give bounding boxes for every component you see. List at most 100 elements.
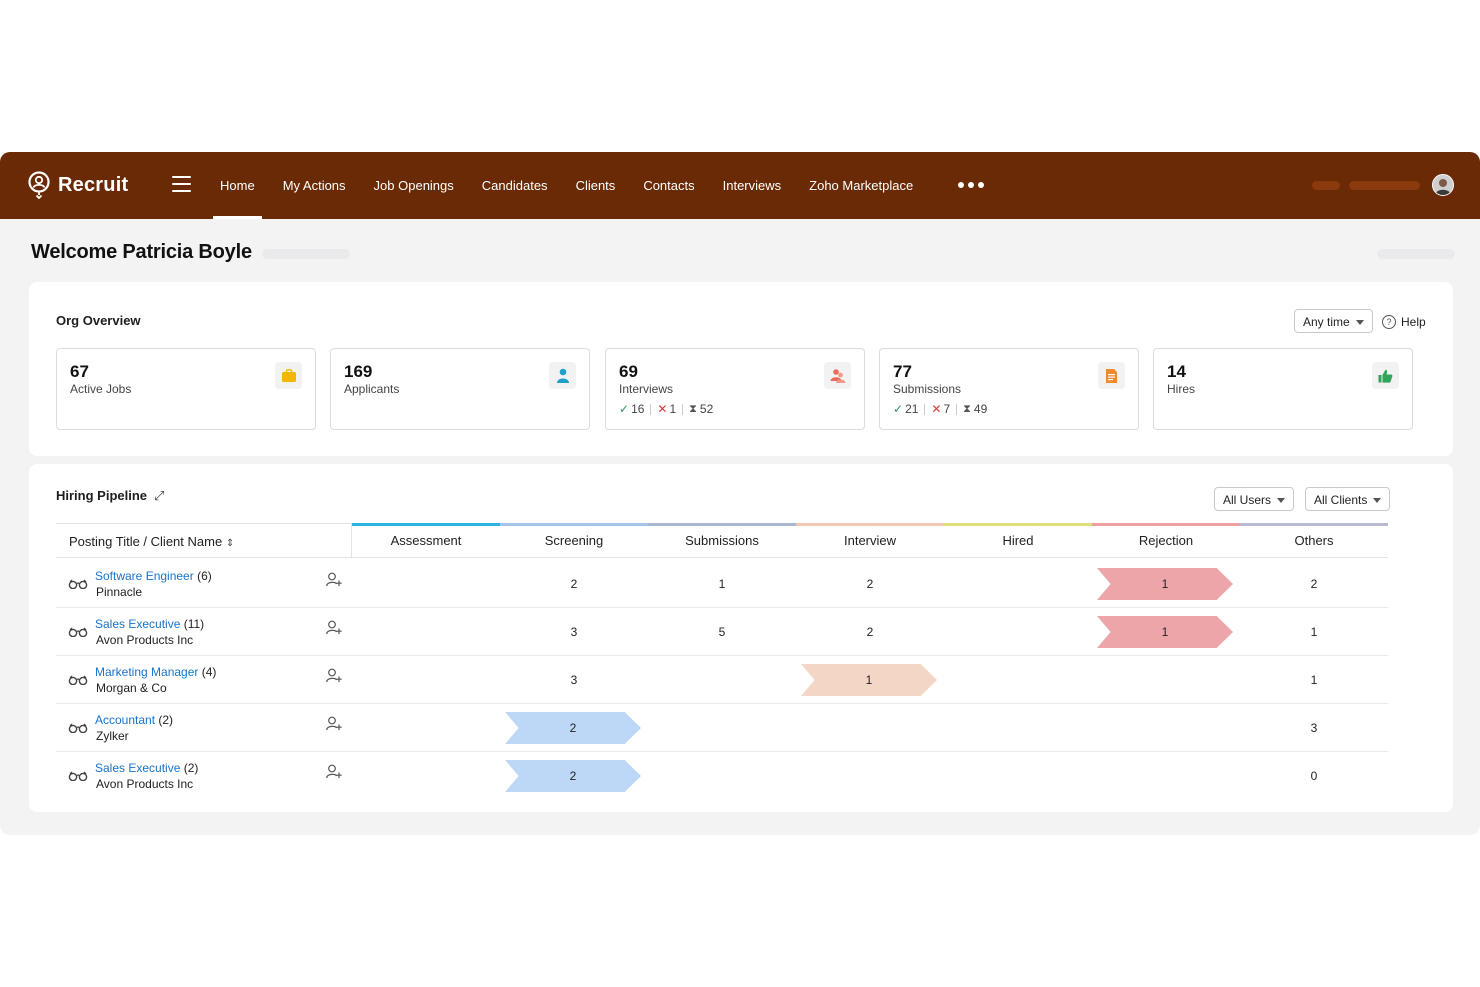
time-filter-dropdown[interactable]: Any time bbox=[1294, 309, 1373, 333]
posting-title-link[interactable]: Sales Executive bbox=[95, 617, 180, 631]
posting-title-link[interactable]: Sales Executive bbox=[95, 761, 180, 775]
stage-count[interactable]: 2 bbox=[796, 560, 944, 608]
add-candidate-icon[interactable] bbox=[326, 716, 342, 736]
candidate-count: (2) bbox=[155, 713, 174, 727]
stage-count[interactable]: 2 bbox=[500, 560, 648, 608]
stage-header-interview: Interview bbox=[796, 523, 944, 558]
binoculars-icon bbox=[68, 768, 88, 786]
add-candidate-icon[interactable] bbox=[326, 764, 342, 784]
add-candidate-icon[interactable] bbox=[326, 572, 342, 592]
nav-candidates[interactable]: Candidates bbox=[468, 152, 562, 219]
candidate-count: (2) bbox=[180, 761, 199, 775]
stat-card-interviews[interactable]: 69 Interviews ✓ 16 ✕ 1 ⧗ 52 bbox=[605, 348, 865, 430]
check-icon: ✓ bbox=[619, 402, 630, 416]
stat-card-submissions[interactable]: 77 Submissions ✓ 21 ✕ 7 ⧗ 49 bbox=[879, 348, 1139, 430]
stage-count[interactable]: 3 bbox=[500, 608, 648, 656]
candidate-count: (4) bbox=[198, 665, 217, 679]
stage-count-highlight[interactable]: 1 bbox=[801, 664, 937, 696]
nav-contacts[interactable]: Contacts bbox=[629, 152, 708, 219]
posting-title-link[interactable]: Marketing Manager bbox=[95, 665, 198, 679]
chevron-down-icon bbox=[1355, 320, 1364, 325]
interview-breakdown: ✓ 16 ✕ 1 ⧗ 52 bbox=[619, 402, 713, 416]
stage-count[interactable]: 5 bbox=[648, 608, 796, 656]
check-icon: ✓ bbox=[893, 402, 904, 416]
stage-count[interactable]: 1 bbox=[1240, 608, 1388, 656]
stage-count-highlight[interactable]: 1 bbox=[1097, 568, 1233, 600]
menu-icon[interactable] bbox=[172, 176, 191, 193]
posting-header-label: Posting Title / Client Name bbox=[69, 534, 223, 549]
client-name: Avon Products Inc bbox=[96, 777, 194, 791]
nav-interviews[interactable]: Interviews bbox=[709, 152, 796, 219]
time-filter-value: Any time bbox=[1303, 315, 1350, 329]
stat-card-applicants[interactable]: 169 Applicants bbox=[330, 348, 590, 430]
stage-header-assessment: Assessment bbox=[352, 523, 500, 558]
stage-header-rejection: Rejection bbox=[1092, 523, 1240, 558]
table-row: Sales Executive (2) Avon Products Inc 2 0 bbox=[56, 752, 1388, 800]
cross-icon: ✕ bbox=[657, 402, 668, 416]
stage-header-hired: Hired bbox=[944, 523, 1092, 558]
help-label: Help bbox=[1401, 315, 1426, 329]
stage-count[interactable]: 3 bbox=[1240, 704, 1388, 752]
stat-label: Submissions bbox=[893, 382, 962, 396]
users-filter-dropdown[interactable]: All Users bbox=[1214, 487, 1295, 511]
hourglass-icon: ⧗ bbox=[963, 402, 971, 415]
stat-card-active-jobs[interactable]: 67 Active Jobs bbox=[56, 348, 316, 430]
hourglass-icon: ⧗ bbox=[689, 402, 697, 415]
stat-value: 14 bbox=[1167, 362, 1186, 381]
briefcase-icon bbox=[275, 362, 302, 389]
clients-filter-dropdown[interactable]: All Clients bbox=[1305, 487, 1391, 511]
more-icon[interactable] bbox=[958, 182, 984, 188]
org-overview-card: Org Overview Any time ? Help 67 Active J… bbox=[29, 282, 1453, 456]
stage-count[interactable]: 0 bbox=[1240, 752, 1388, 800]
posting-title-link[interactable]: Software Engineer bbox=[95, 569, 194, 583]
main-nav: Home My Actions Job Openings Candidates … bbox=[206, 152, 927, 219]
stage-count[interactable]: 1 bbox=[648, 560, 796, 608]
pending-count: 49 bbox=[973, 402, 988, 416]
stage-count-highlight[interactable]: 1 bbox=[1097, 616, 1233, 648]
table-row: Software Engineer (6) Pinnacle 2 1 2 1 2 bbox=[56, 560, 1388, 608]
document-icon bbox=[1098, 362, 1125, 389]
avatar[interactable] bbox=[1432, 174, 1454, 196]
nav-my-actions[interactable]: My Actions bbox=[269, 152, 360, 219]
stage-count[interactable]: 2 bbox=[796, 608, 944, 656]
pending-count: 52 bbox=[699, 402, 714, 416]
stat-value: 67 bbox=[70, 362, 89, 381]
nav-clients[interactable]: Clients bbox=[562, 152, 630, 219]
posting-title: Sales Executive (2) bbox=[95, 761, 198, 775]
binoculars-icon bbox=[68, 576, 88, 594]
stage-count[interactable]: 2 bbox=[1240, 560, 1388, 608]
help-link[interactable]: ? Help bbox=[1382, 315, 1426, 329]
binoculars-icon bbox=[68, 672, 88, 690]
stat-card-hires[interactable]: 14 Hires bbox=[1153, 348, 1413, 430]
stage-count[interactable]: 1 bbox=[1240, 656, 1388, 704]
rejected-count: 1 bbox=[669, 402, 677, 416]
nav-home[interactable]: Home bbox=[206, 152, 269, 219]
add-candidate-icon[interactable] bbox=[326, 620, 342, 640]
nav-zoho-marketplace[interactable]: Zoho Marketplace bbox=[795, 152, 927, 219]
stage-count[interactable]: 3 bbox=[500, 656, 648, 704]
stage-count-highlight[interactable]: 2 bbox=[505, 712, 641, 744]
posting-column-header: Posting Title / Client Name ⇕ bbox=[56, 523, 351, 558]
client-name: Zylker bbox=[96, 729, 129, 743]
title-placeholder bbox=[262, 249, 350, 259]
sort-posting-title[interactable]: Posting Title / Client Name ⇕ bbox=[69, 534, 234, 549]
rejected-count: 7 bbox=[943, 402, 951, 416]
clients-filter-value: All Clients bbox=[1314, 493, 1368, 507]
cross-icon: ✕ bbox=[931, 402, 942, 416]
table-row: Accountant (2) Zylker 2 3 bbox=[56, 704, 1388, 752]
posting-title-link[interactable]: Accountant bbox=[95, 713, 155, 727]
help-icon: ? bbox=[1382, 315, 1396, 329]
expand-icon[interactable]: ⤢ bbox=[154, 488, 164, 504]
binoculars-icon bbox=[68, 624, 88, 642]
stage-count-highlight[interactable]: 2 bbox=[505, 760, 641, 792]
title-placeholder bbox=[1377, 249, 1455, 259]
app-logo[interactable]: Recruit bbox=[26, 171, 128, 199]
chevron-down-icon bbox=[1277, 498, 1286, 503]
submission-breakdown: ✓ 21 ✕ 7 ⧗ 49 bbox=[893, 402, 987, 416]
nav-job-openings[interactable]: Job Openings bbox=[360, 152, 468, 219]
posting-title: Marketing Manager (4) bbox=[95, 665, 216, 679]
add-candidate-icon[interactable] bbox=[326, 668, 342, 688]
client-name: Avon Products Inc bbox=[96, 633, 194, 647]
passed-count: 21 bbox=[905, 402, 919, 416]
page-title: Welcome Patricia Boyle bbox=[31, 241, 252, 263]
